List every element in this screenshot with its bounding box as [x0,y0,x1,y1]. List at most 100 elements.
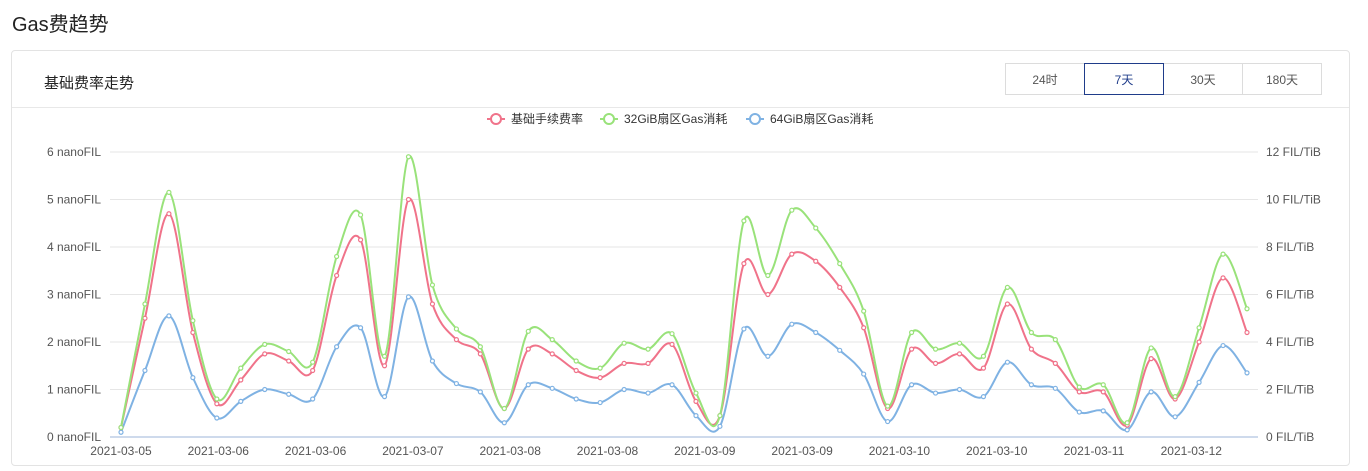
data-point [669,382,675,388]
data-point [214,415,220,421]
data-point [214,396,220,402]
data-point [501,420,507,426]
data-point [1004,284,1011,290]
data-point [166,211,172,217]
data-point [669,331,675,337]
data-point [549,385,555,391]
tab-7d[interactable]: 7天 [1084,63,1164,95]
data-point [1052,337,1058,343]
data-point [477,344,483,350]
data-point [477,389,483,395]
data-point [166,189,172,195]
data-point [190,318,196,324]
data-point [813,225,819,231]
data-point [645,346,651,352]
data-point [1004,359,1011,365]
data-point [190,329,196,336]
data-point [885,418,891,425]
y-right-tick-label: 4 FIL/TiB [1266,335,1314,349]
data-point [597,399,603,406]
data-point [549,351,555,357]
data-point [190,375,196,381]
y-left-tick-label: 3 nanoFIL [47,288,101,302]
data-point [166,313,172,319]
data-point [837,284,843,290]
x-tick-label: 2021-03-09 [674,444,736,458]
data-point [813,329,819,336]
data-point [1172,414,1178,420]
data-point [238,398,244,404]
data-point [1100,382,1106,388]
data-point [1028,346,1034,352]
data-point [621,360,627,366]
data-point [286,358,292,364]
data-point [214,401,220,407]
data-point [453,380,460,387]
data-point [381,363,388,369]
x-tick-label: 2021-03-12 [1161,444,1223,458]
data-point [334,272,340,279]
data-point [621,340,627,346]
legend-marker [490,113,502,125]
data-point [142,367,148,374]
data-point [1052,385,1058,391]
data-point [477,351,483,357]
data-point [645,360,651,366]
data-point [1244,306,1250,312]
data-point [334,344,340,350]
y-right-tick-label: 10 FIL/TiB [1266,193,1321,207]
data-point [405,154,412,160]
data-point [453,337,460,343]
data-point [310,367,316,374]
data-point [789,321,795,327]
data-point [1244,370,1250,376]
data-point [693,413,699,419]
data-point [861,371,867,377]
data-point [501,405,507,412]
data-point [741,261,747,267]
y-left-tick-label: 1 nanoFIL [47,383,101,397]
data-point [429,301,436,307]
data-point [669,341,675,347]
data-point [932,346,939,352]
data-point [1004,301,1011,307]
data-point [1148,389,1154,395]
y-right-tick-label: 0 FIL/TiB [1266,430,1314,444]
data-point [861,308,867,314]
legend-label: 32GiB扇区Gas消耗 [624,111,727,126]
y-right-tick-label: 12 FIL/TiB [1266,145,1321,159]
data-point [573,396,579,402]
data-point [693,390,699,396]
y-right-tick-label: 6 FIL/TiB [1266,288,1314,302]
data-point [381,353,388,359]
y-left-tick-label: 5 nanoFIL [47,193,101,207]
x-tick-label: 2021-03-10 [966,444,1028,458]
data-point [980,365,987,371]
x-tick-label: 2021-03-08 [480,444,542,458]
legend-label: 64GiB扇区Gas消耗 [770,111,873,126]
data-point [238,365,244,371]
data-point [118,429,124,435]
data-point [789,251,795,257]
data-point [597,365,603,371]
y-left-tick-label: 6 nanoFIL [47,145,101,159]
data-point [525,346,531,352]
data-point [262,341,268,347]
data-point [573,367,579,374]
data-point [956,340,963,346]
data-point [717,423,723,429]
x-tick-label: 2021-03-09 [771,444,833,458]
x-tick-label: 2021-03-10 [869,444,931,458]
data-point [310,396,316,402]
data-point [357,325,364,331]
y-left-tick-label: 0 nanoFIL [47,430,101,444]
data-point [885,403,891,409]
y-right-tick-label: 2 FIL/TiB [1266,383,1314,397]
data-point [262,351,268,357]
y-left-tick-label: 4 nanoFIL [47,240,101,254]
data-point [980,394,987,400]
data-point [765,291,771,298]
data-point [980,353,987,359]
x-tick-label: 2021-03-06 [285,444,347,458]
data-point [1196,379,1202,385]
